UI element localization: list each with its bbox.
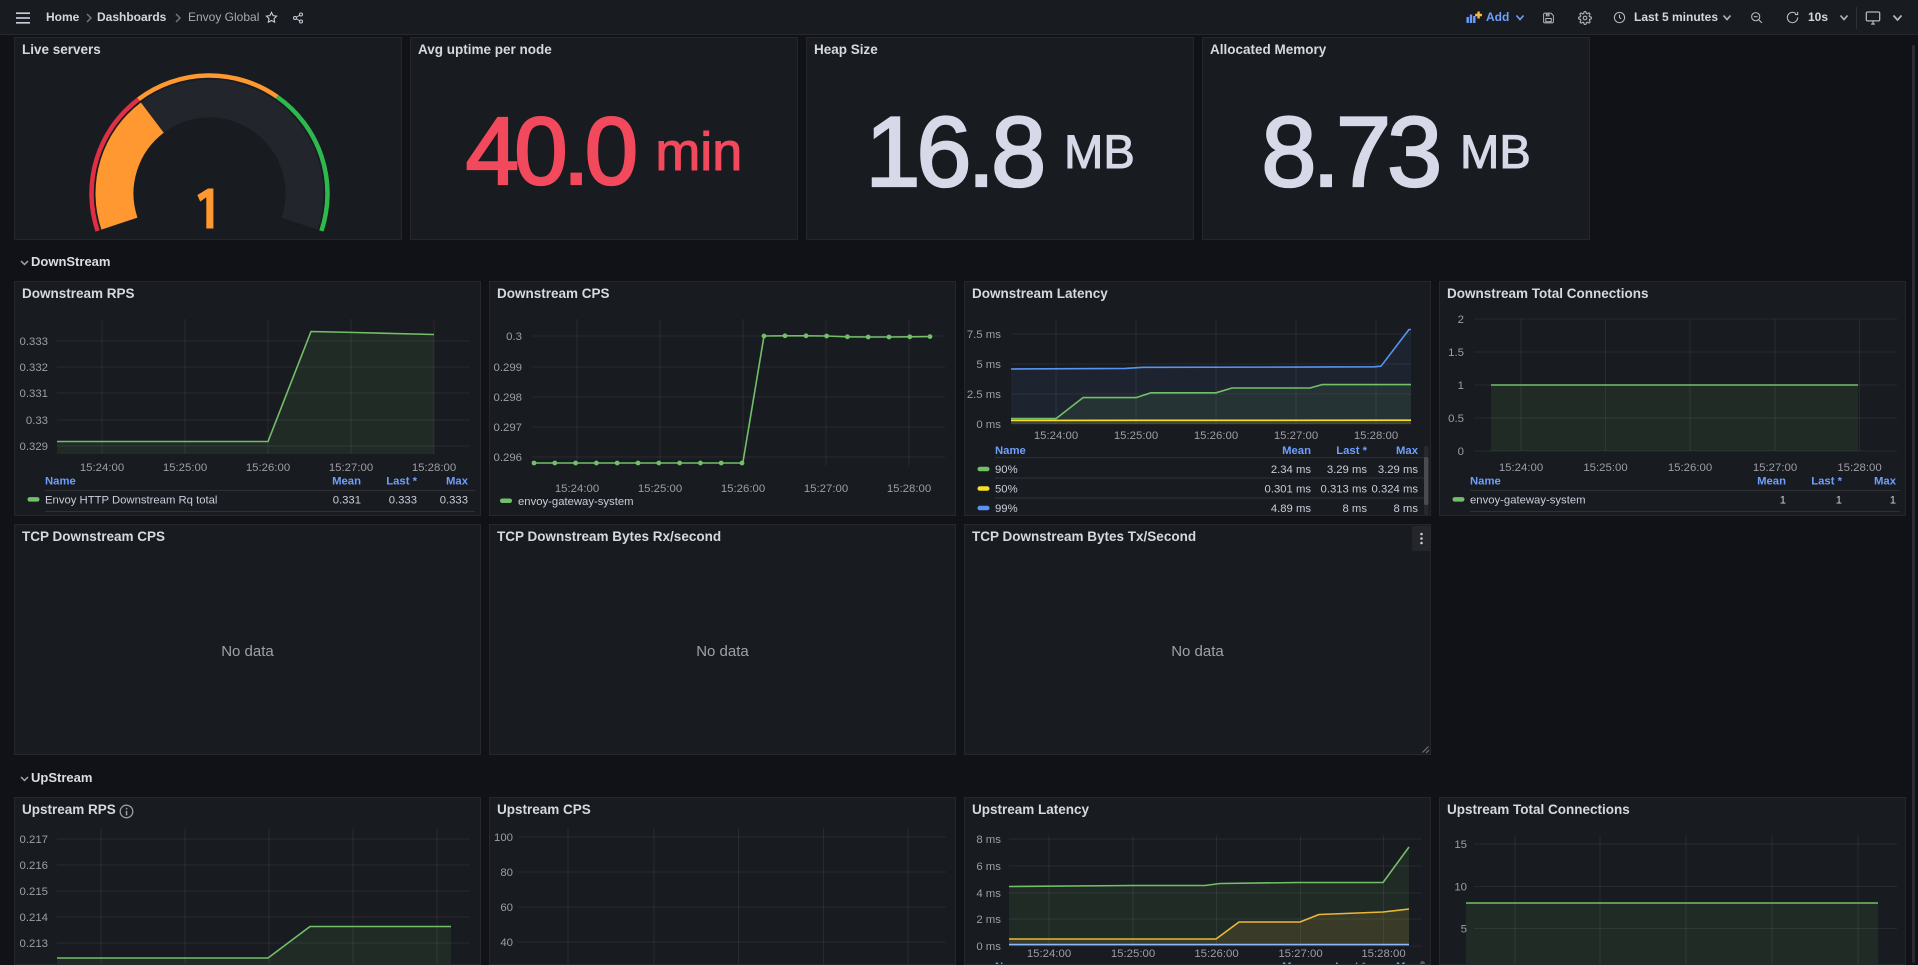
svg-text:10: 10 (1454, 882, 1467, 894)
svg-text:15:25:00: 15:25:00 (638, 483, 682, 495)
svg-text:40: 40 (500, 937, 513, 949)
svg-text:0.331: 0.331 (19, 388, 48, 400)
svg-text:0.331: 0.331 (333, 495, 361, 507)
svg-text:8 ms: 8 ms (1343, 503, 1368, 515)
svg-text:6 ms: 6 ms (976, 861, 1001, 873)
svg-text:7.5 ms: 7.5 ms (967, 329, 1001, 341)
svg-text:0.3: 0.3 (506, 331, 522, 343)
svg-text:0.5: 0.5 (1448, 413, 1464, 425)
svg-text:Last *: Last * (1811, 476, 1842, 488)
svg-text:Name: Name (1470, 476, 1501, 488)
svg-text:5 ms: 5 ms (976, 359, 1001, 371)
svg-text:0.301 ms: 0.301 ms (1265, 484, 1312, 496)
svg-text:Max: Max (1396, 445, 1419, 457)
svg-text:0.217: 0.217 (19, 834, 48, 846)
svg-text:Max: Max (1874, 476, 1897, 488)
svg-text:Name: Name (995, 445, 1026, 457)
svg-text:1: 1 (1458, 380, 1464, 392)
svg-text:15:25:00: 15:25:00 (1583, 462, 1627, 474)
svg-text:envoy-gateway-system: envoy-gateway-system (1470, 495, 1586, 507)
svg-text:15:27:00: 15:27:00 (1274, 430, 1318, 442)
svg-text:15:24:00: 15:24:00 (1034, 430, 1078, 442)
svg-text:90%: 90% (995, 464, 1018, 476)
svg-text:envoy-gateway-system: envoy-gateway-system (518, 496, 634, 508)
svg-text:50%: 50% (995, 484, 1018, 496)
svg-text:4.89 ms: 4.89 ms (1271, 503, 1312, 515)
svg-text:0.213: 0.213 (19, 938, 48, 950)
svg-text:0.329: 0.329 (19, 441, 48, 453)
svg-text:15:26:00: 15:26:00 (246, 462, 290, 474)
svg-text:0.313 ms: 0.313 ms (1321, 484, 1368, 496)
svg-text:2.5 ms: 2.5 ms (967, 389, 1001, 401)
svg-text:1: 1 (1890, 495, 1896, 507)
svg-text:0 ms: 0 ms (976, 419, 1001, 431)
svg-text:15:28:00: 15:28:00 (412, 462, 456, 474)
svg-text:Last *: Last * (1336, 445, 1367, 457)
svg-text:Last *: Last * (1335, 961, 1366, 964)
svg-text:0.215: 0.215 (19, 886, 48, 898)
svg-text:0.33: 0.33 (26, 415, 48, 427)
svg-text:2 ms: 2 ms (976, 914, 1001, 926)
svg-text:Mean: Mean (1757, 476, 1786, 488)
svg-text:0.333: 0.333 (19, 336, 48, 348)
svg-text:2: 2 (1458, 314, 1464, 326)
svg-text:0.333: 0.333 (440, 495, 468, 507)
svg-text:99%: 99% (995, 503, 1018, 515)
svg-text:15:26:00: 15:26:00 (721, 483, 765, 495)
svg-text:2.34 ms: 2.34 ms (1271, 464, 1312, 476)
svg-text:3.29 ms: 3.29 ms (1327, 464, 1368, 476)
svg-text:15:24:00: 15:24:00 (555, 483, 599, 495)
svg-text:15:27:00: 15:27:00 (1278, 948, 1322, 960)
svg-text:15:27:00: 15:27:00 (1753, 462, 1797, 474)
svg-text:Last *: Last * (386, 476, 417, 488)
svg-text:15:25:00: 15:25:00 (1114, 430, 1158, 442)
svg-text:1.5: 1.5 (1448, 347, 1464, 359)
svg-text:15:28:00: 15:28:00 (1837, 462, 1881, 474)
svg-text:15:28:00: 15:28:00 (887, 483, 931, 495)
svg-text:15: 15 (1454, 839, 1467, 851)
svg-text:15:26:00: 15:26:00 (1668, 462, 1712, 474)
svg-text:100: 100 (494, 832, 513, 844)
svg-text:15:24:00: 15:24:00 (80, 462, 124, 474)
svg-text:1: 1 (1836, 495, 1842, 507)
svg-text:0.296: 0.296 (493, 452, 522, 464)
svg-text:4 ms: 4 ms (976, 888, 1001, 900)
svg-text:Envoy HTTP Downstream Rq total: Envoy HTTP Downstream Rq total (45, 495, 217, 507)
svg-text:15:26:00: 15:26:00 (1194, 430, 1238, 442)
svg-text:0.333: 0.333 (389, 495, 417, 507)
svg-text:Name: Name (45, 476, 76, 488)
svg-text:0.216: 0.216 (19, 860, 48, 872)
svg-text:0.297: 0.297 (493, 422, 522, 434)
svg-text:0 ms: 0 ms (976, 941, 1001, 953)
svg-text:15:24:00: 15:24:00 (1027, 948, 1071, 960)
svg-text:Mean: Mean (1282, 961, 1311, 964)
svg-text:15:28:00: 15:28:00 (1354, 430, 1398, 442)
svg-text:60: 60 (500, 902, 513, 914)
svg-text:0.214: 0.214 (19, 912, 48, 924)
svg-text:1: 1 (1780, 495, 1786, 507)
svg-text:0.324 ms: 0.324 ms (1372, 484, 1419, 496)
svg-text:15:27:00: 15:27:00 (329, 462, 373, 474)
svg-text:15:25:00: 15:25:00 (163, 462, 207, 474)
svg-text:Mean: Mean (332, 476, 361, 488)
svg-text:15:28:00: 15:28:00 (1361, 948, 1405, 960)
svg-text:0.299: 0.299 (493, 362, 522, 374)
svg-text:Max: Max (446, 476, 469, 488)
svg-text:3.29 ms: 3.29 ms (1378, 464, 1419, 476)
svg-text:Max: Max (1396, 961, 1419, 964)
svg-text:Mean: Mean (1282, 445, 1311, 457)
svg-text:Name: Name (995, 961, 1026, 964)
svg-text:80: 80 (500, 867, 513, 879)
svg-text:15:24:00: 15:24:00 (1499, 462, 1543, 474)
svg-text:0.332: 0.332 (19, 362, 48, 374)
svg-text:15:27:00: 15:27:00 (804, 483, 848, 495)
svg-text:15:25:00: 15:25:00 (1111, 948, 1155, 960)
svg-text:8 ms: 8 ms (1394, 503, 1419, 515)
svg-text:15:26:00: 15:26:00 (1194, 948, 1238, 960)
svg-text:0.298: 0.298 (493, 392, 522, 404)
svg-text:0: 0 (1458, 446, 1464, 458)
svg-text:8 ms: 8 ms (976, 834, 1001, 846)
